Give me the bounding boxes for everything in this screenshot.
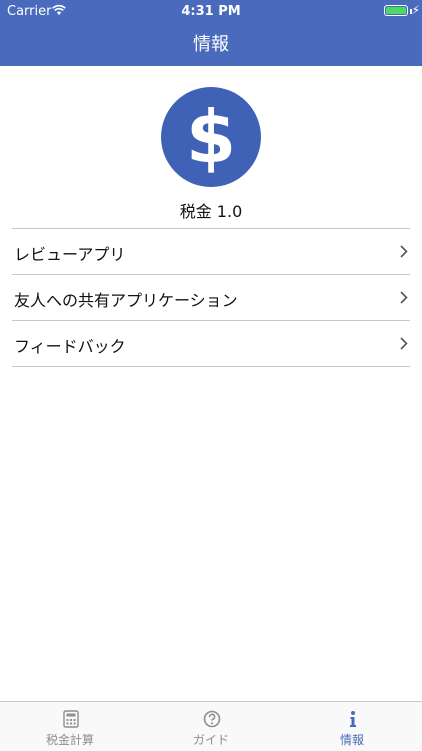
info-menu: レビューアプリ 友人への共有アプリケーション フィードバック [12, 228, 410, 367]
dollar-icon: $ [186, 95, 236, 179]
help-icon [203, 710, 221, 728]
navigation-bar: Carrier 4:31 PM ⚡ 情報 [0, 0, 422, 66]
charging-icon: ⚡ [411, 3, 420, 17]
status-bar: Carrier 4:31 PM ⚡ [0, 0, 422, 22]
tab-info[interactable]: 情報 [282, 702, 422, 751]
tab-label: 情報 [339, 733, 364, 747]
tab-bar: 税金計算 ガイド 情報 [0, 701, 422, 751]
chevron-right-icon [400, 291, 408, 304]
menu-item-label: フィードバック [14, 337, 126, 356]
calculator-icon [63, 710, 79, 728]
info-icon [350, 711, 356, 727]
menu-item-feedback[interactable]: フィードバック [12, 320, 410, 367]
clock: 4:31 PM [181, 4, 241, 19]
app-logo: $ [161, 87, 261, 187]
tab-label: ガイド [192, 733, 229, 747]
svg-text:$: $ [186, 95, 236, 179]
menu-item-label: レビューアプリ [14, 245, 126, 264]
menu-item-review[interactable]: レビューアプリ [12, 228, 410, 274]
menu-item-label: 友人への共有アプリケーション [14, 291, 238, 310]
chevron-right-icon [400, 245, 408, 258]
battery-icon [384, 5, 408, 16]
tab-tax-calc[interactable]: 税金計算 [0, 702, 140, 751]
page-title: 情報 [193, 34, 229, 55]
app-version: 税金 1.0 [179, 202, 243, 221]
tab-guide[interactable]: ガイド [141, 702, 281, 751]
tab-label: 税金計算 [45, 733, 94, 747]
menu-item-share[interactable]: 友人への共有アプリケーション [12, 274, 410, 320]
chevron-right-icon [400, 337, 408, 350]
